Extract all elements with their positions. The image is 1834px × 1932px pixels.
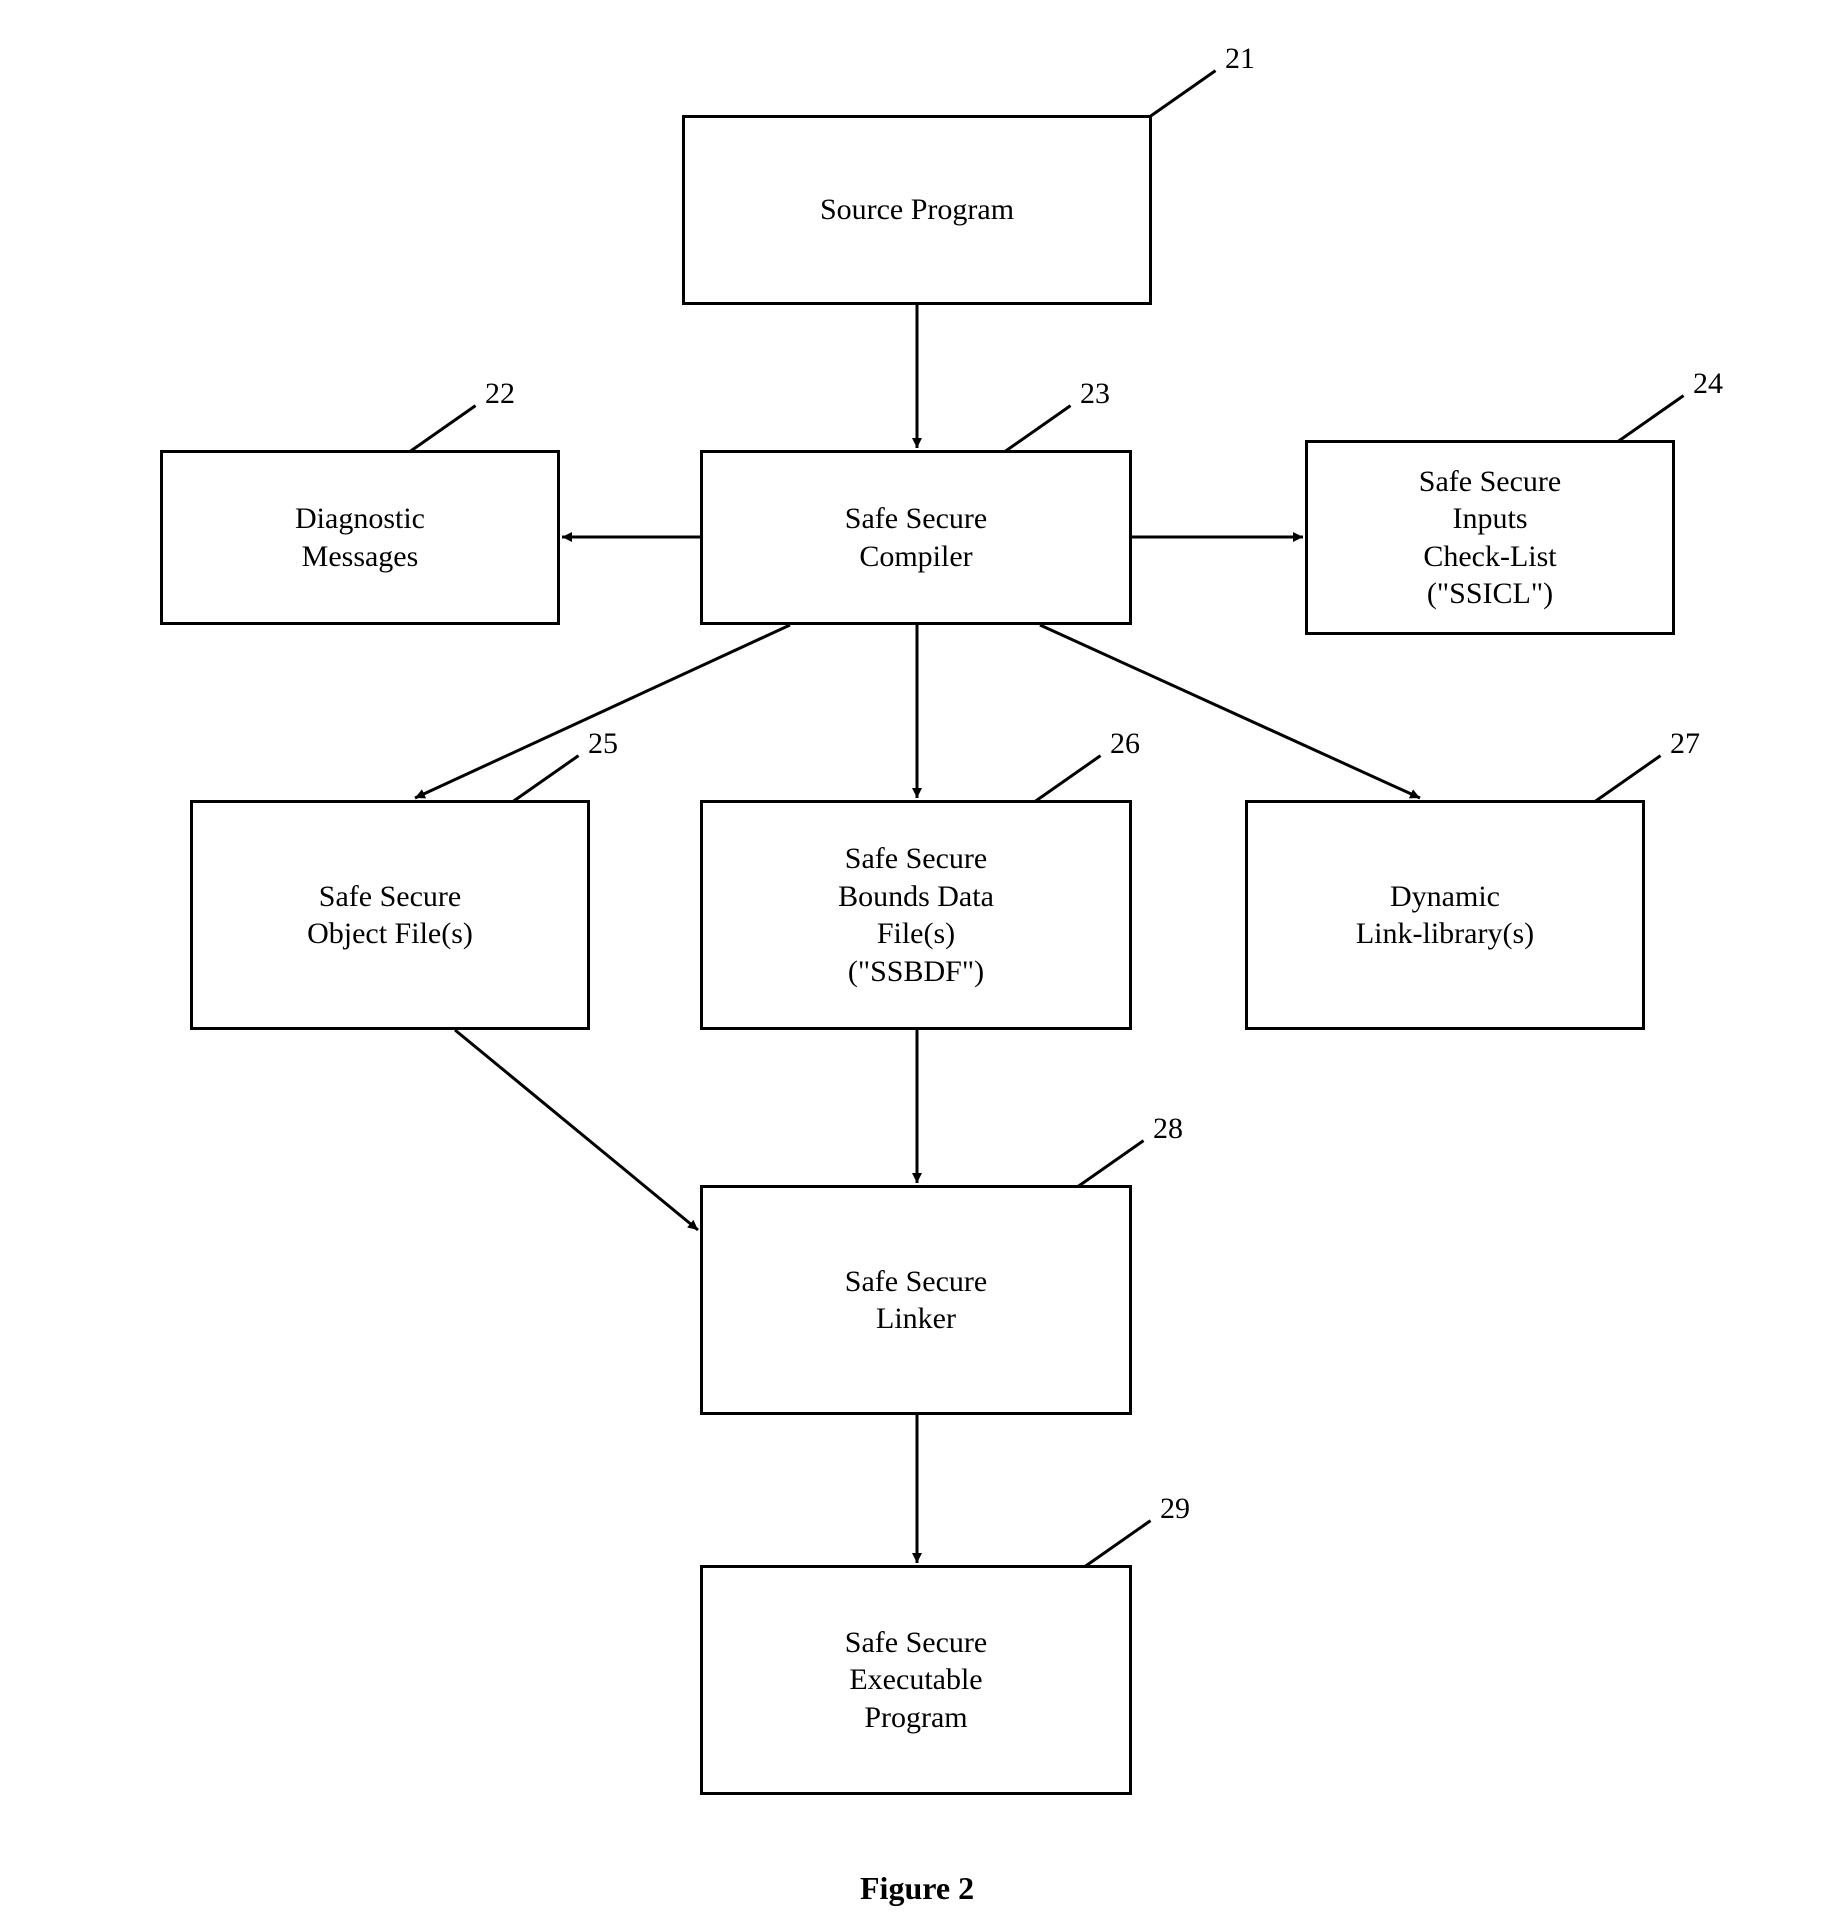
ref-27: 27 [1670,727,1700,761]
box-safe-secure-compiler: Safe SecureCompiler [700,450,1132,625]
ref-25: 25 [588,727,618,761]
ref-22: 22 [485,377,515,411]
leader-26 [1034,754,1101,802]
box-safe-secure-executable: Safe SecureExecutableProgram [700,1565,1132,1795]
box-label: Safe SecureObject File(s) [307,878,473,953]
box-label: Safe SecureInputsCheck-List("SSICL") [1419,463,1561,613]
leader-22 [409,404,476,452]
leader-24 [1617,394,1684,442]
box-ssicl: Safe SecureInputsCheck-List("SSICL") [1305,440,1675,635]
box-source-program: Source Program [682,115,1152,305]
box-label: Safe SecureExecutableProgram [845,1624,987,1737]
ref-29: 29 [1160,1492,1190,1526]
box-diagnostic-messages: DiagnosticMessages [160,450,560,625]
box-safe-secure-linker: Safe SecureLinker [700,1185,1132,1415]
ref-28: 28 [1153,1112,1183,1146]
ref-23: 23 [1080,377,1110,411]
box-label: Source Program [820,191,1014,229]
box-ssbdf: Safe SecureBounds DataFile(s)("SSBDF") [700,800,1132,1030]
figure-caption: Figure 2 [860,1870,974,1907]
ref-26: 26 [1110,727,1140,761]
leader-23 [1004,404,1071,452]
box-dynamic-link-library: DynamicLink-library(s) [1245,800,1645,1030]
leader-29 [1084,1519,1151,1567]
diagram-canvas: Source Program DiagnosticMessages Safe S… [0,0,1834,1932]
leader-25 [512,754,579,802]
box-label: DynamicLink-library(s) [1356,878,1534,953]
box-label: Safe SecureLinker [845,1263,987,1338]
box-label: DiagnosticMessages [295,500,425,575]
box-safe-secure-object-files: Safe SecureObject File(s) [190,800,590,1030]
leader-21 [1149,69,1216,117]
box-label: Safe SecureCompiler [845,500,987,575]
leader-28 [1077,1139,1144,1187]
box-label: Safe SecureBounds DataFile(s)("SSBDF") [838,840,994,990]
leader-27 [1594,754,1661,802]
ref-21: 21 [1225,42,1255,76]
ref-24: 24 [1693,367,1723,401]
